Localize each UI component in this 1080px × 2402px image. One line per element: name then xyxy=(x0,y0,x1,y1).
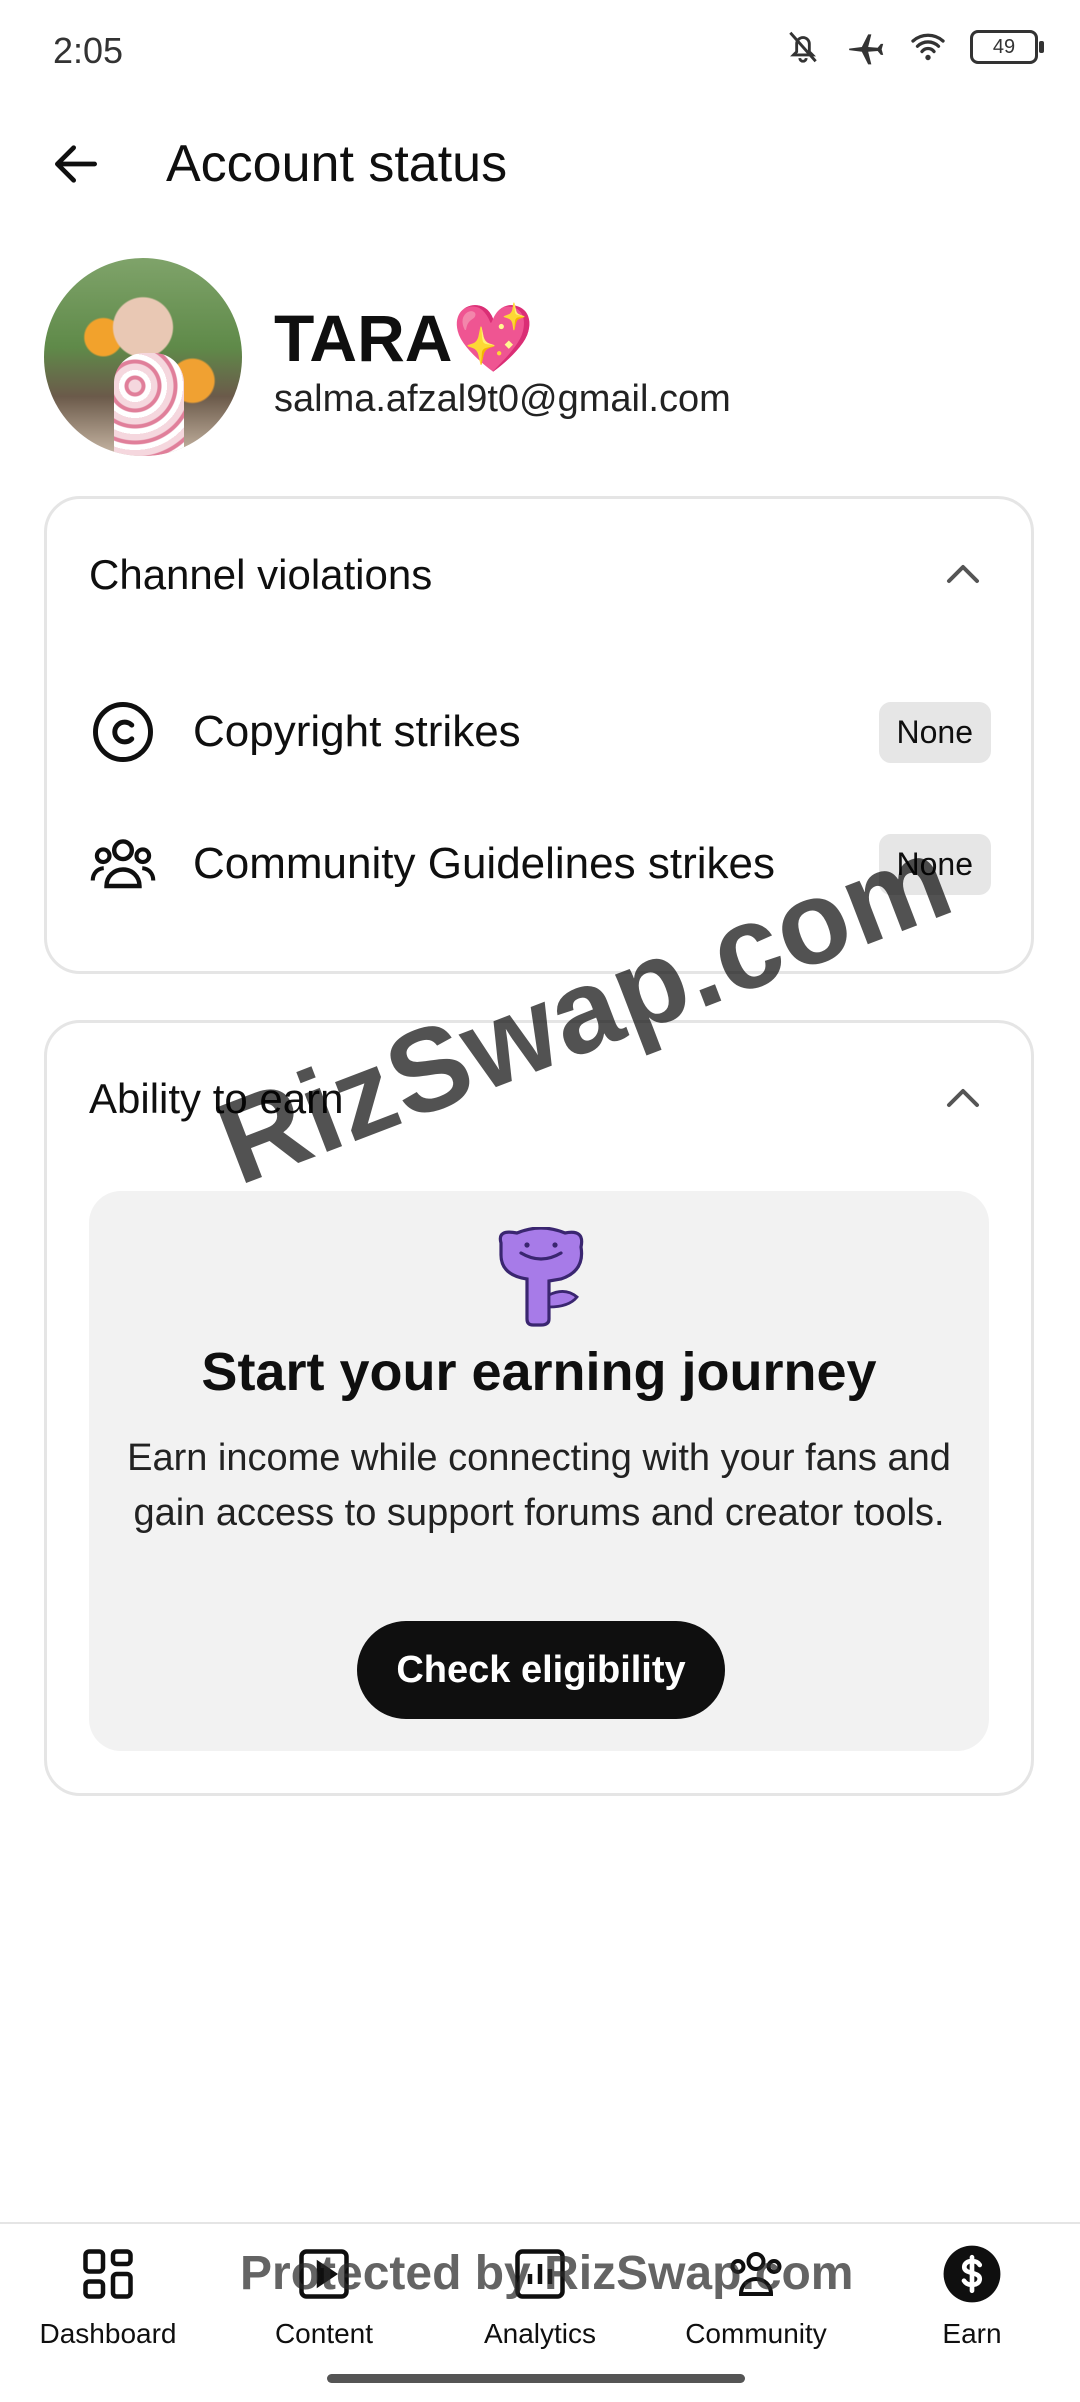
copyright-strikes-row[interactable]: Copyright strikes None xyxy=(87,687,991,777)
channel-name: TARA💖 xyxy=(274,301,535,375)
earn-icon xyxy=(940,2242,1004,2306)
check-eligibility-button[interactable]: Check eligibility xyxy=(357,1621,725,1719)
nav-earn[interactable]: Earn xyxy=(872,2242,1072,2350)
collapse-earn-button[interactable] xyxy=(935,1071,991,1127)
ability-to-earn-card: Ability to earn Start your earning journ… xyxy=(44,1020,1034,1796)
nav-analytics-label: Analytics xyxy=(483,2318,597,2349)
copyright-icon xyxy=(87,696,159,768)
nav-earn-label: Earn xyxy=(942,2318,1002,2349)
wifi-icon xyxy=(911,33,945,61)
channel-violations-title: Channel violations xyxy=(89,551,433,598)
chevron-up-icon xyxy=(947,1089,979,1107)
nav-dashboard[interactable]: Dashboard xyxy=(8,2242,208,2350)
nav-content-label: Content xyxy=(274,2318,374,2349)
airplane-icon xyxy=(849,34,884,65)
chevron-up-icon xyxy=(947,565,979,583)
mute-bell-icon xyxy=(789,31,817,63)
dashboard-icon xyxy=(76,2242,140,2306)
status-time: 2:05 xyxy=(53,30,124,71)
page-title: Account status xyxy=(166,135,508,193)
home-indicator[interactable] xyxy=(327,2374,745,2383)
earning-journey-panel: Start your earning journey Earn income w… xyxy=(89,1191,989,1751)
nav-community-label: Community xyxy=(685,2318,827,2349)
earn-description: Earn income while connecting with your f… xyxy=(127,1437,951,1534)
back-button[interactable] xyxy=(40,128,112,200)
collapse-violations-button[interactable] xyxy=(935,547,991,603)
status-icons: 49 xyxy=(784,28,1044,66)
copyright-strikes-label: Copyright strikes xyxy=(193,707,521,756)
avatar xyxy=(44,258,242,456)
nav-dashboard-label: Dashboard xyxy=(39,2318,177,2349)
battery-icon: 49 xyxy=(970,30,1044,64)
people-icon xyxy=(87,828,159,900)
mascot-illustration xyxy=(498,1227,584,1327)
earn-heading: Start your earning journey xyxy=(201,1342,877,1402)
account-email: salma.afzal9t0@gmail.com xyxy=(274,378,731,420)
arrow-left-icon xyxy=(55,145,97,183)
protected-watermark: Protected by RizSwap.com xyxy=(240,2247,854,2300)
copyright-strikes-status: None xyxy=(878,701,991,763)
